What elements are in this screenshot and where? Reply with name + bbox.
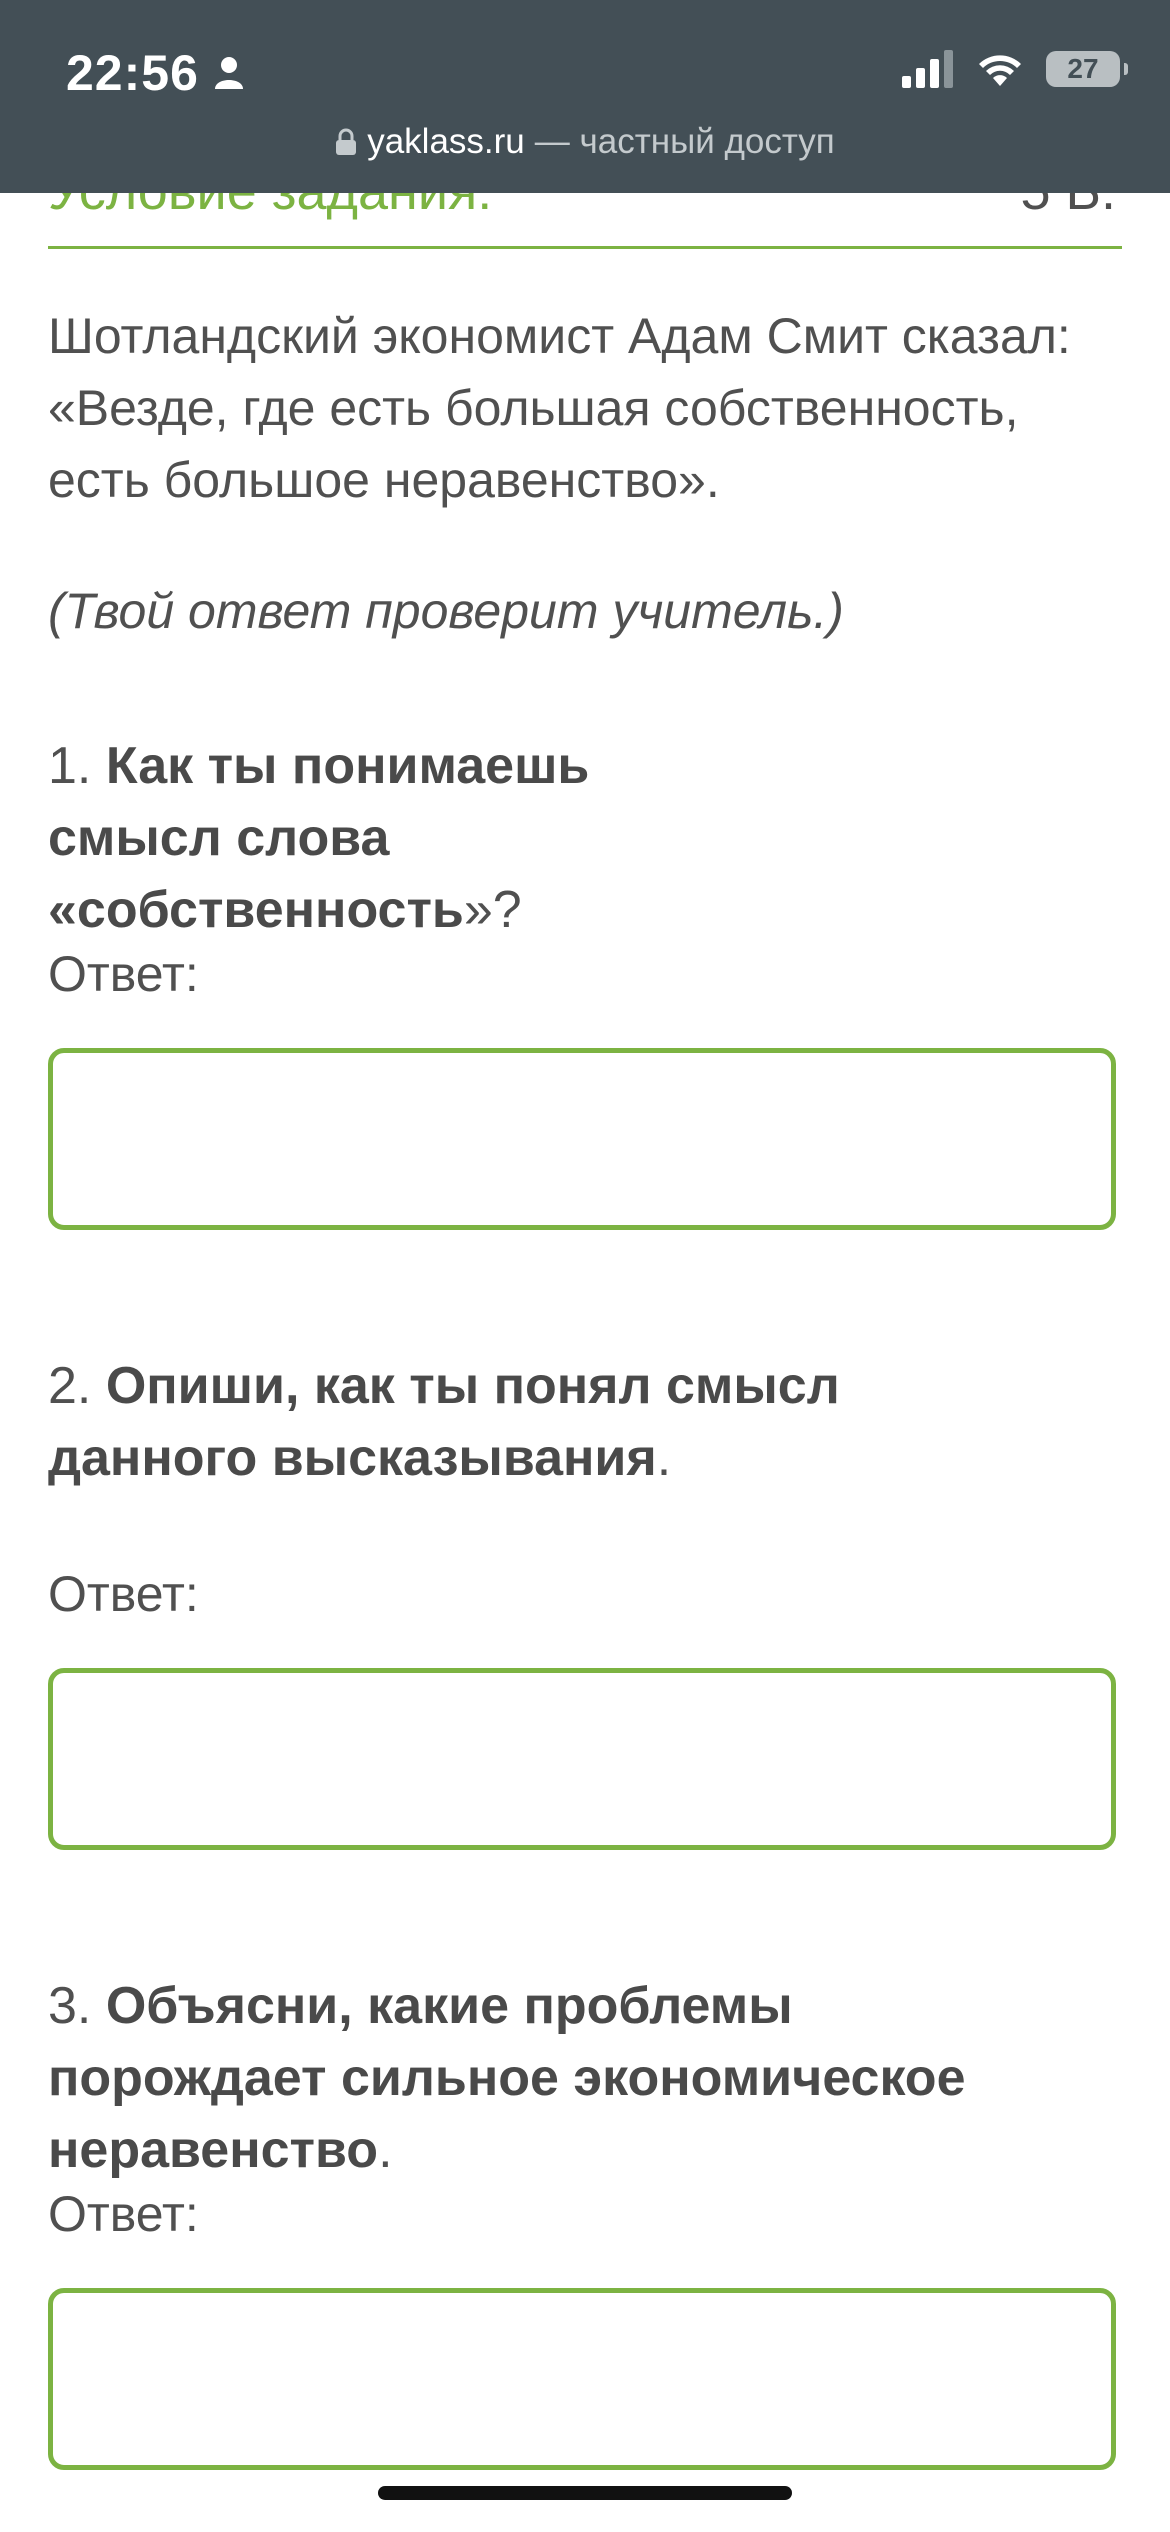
answer-label: Ответ:: [48, 2186, 199, 2242]
question-number: 3.: [48, 1977, 106, 2035]
url-domain: yaklass.ru: [367, 122, 525, 161]
question-text-tail: »?: [463, 881, 522, 939]
battery-icon: 27: [1046, 51, 1128, 87]
person-icon: [214, 57, 243, 89]
answer-label: Ответ:: [48, 1566, 199, 1622]
note-text: Твой ответ проверит учитель.: [64, 583, 828, 639]
question-1: 1. Как ты понимаешь смысл слова «собстве…: [48, 730, 768, 946]
home-indicator[interactable]: [378, 2486, 792, 2500]
signal-icon: [902, 50, 953, 88]
url-access-note: — частный доступ: [534, 122, 835, 161]
battery-level: 27: [1067, 53, 1099, 84]
answer-input-1[interactable]: [48, 1048, 1116, 1230]
task-intro: Шотландский экономист Адам Смит сказал: …: [48, 308, 1071, 508]
status-time-group: 22:56: [66, 44, 245, 102]
teacher-check-note: (Твой ответ проверит учитель.): [48, 582, 1122, 640]
note-close-paren: ): [827, 583, 844, 639]
url-bar[interactable]: yaklass.ru — частный доступ: [0, 122, 1170, 162]
question-3: 3. Объясни, какие проблемы порождает сил…: [48, 1970, 1048, 2186]
question-text-tail: .: [378, 2121, 393, 2179]
wifi-icon: [979, 55, 1021, 86]
note-open-paren: (: [48, 583, 65, 639]
lock-icon: [336, 128, 357, 155]
question-text: Опиши, как ты понял смысл данного высказ…: [48, 1357, 840, 1487]
question-number: 1.: [48, 737, 106, 795]
answer-input-2[interactable]: [48, 1668, 1116, 1850]
answer-label: Ответ:: [48, 946, 199, 1002]
question-2: 2. Опиши, как ты понял смысл данного выс…: [48, 1350, 1028, 1494]
question-number: 2.: [48, 1357, 106, 1415]
task-content: Шотландский экономист Адам Смит сказал: …: [48, 300, 1122, 2470]
answer-input-3[interactable]: [48, 2288, 1116, 2470]
question-text-tail: .: [656, 1429, 672, 1487]
status-time: 22:56: [66, 45, 199, 101]
status-icons: 27: [902, 50, 1128, 88]
browser-top-bar: 22:56 27 yaklass.ru — частный доступ: [0, 0, 1170, 193]
question-text: Объясни, какие проблемы порождает сильно…: [48, 1977, 966, 2179]
